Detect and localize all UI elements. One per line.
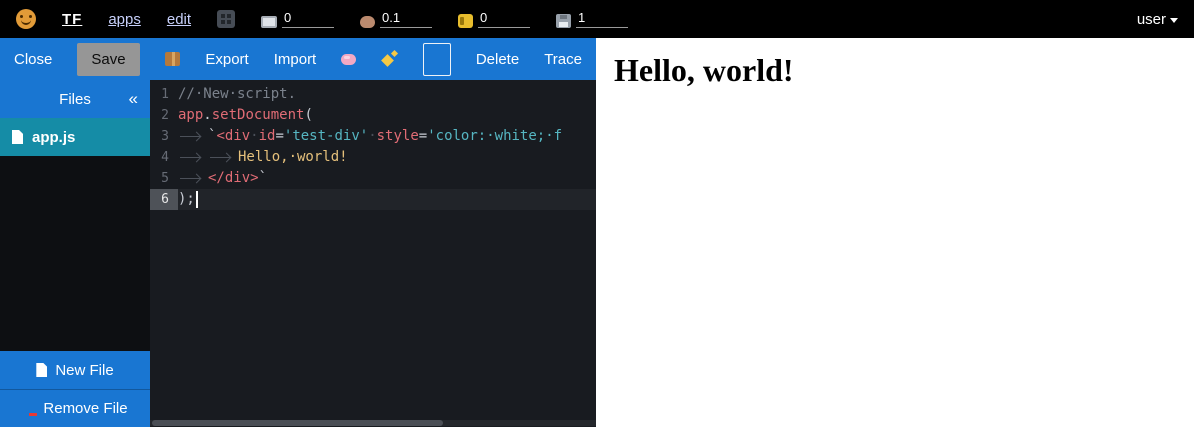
- remove-file-button[interactable]: Remove File: [0, 389, 150, 427]
- apps-link[interactable]: apps: [108, 11, 141, 28]
- horizontal-scrollbar[interactable]: [150, 420, 596, 426]
- line-number: 6: [150, 189, 178, 210]
- code-editor[interactable]: 1//·New·script. 2app.setDocument( 3`<div…: [150, 80, 596, 427]
- code-token: //·New·script.: [178, 86, 296, 102]
- top-bar: TF apps edit 0 0.1 0 1 user: [0, 0, 1194, 38]
- devil-emoji-icon: [16, 9, 36, 29]
- line-number: 3: [150, 126, 178, 147]
- code-line-current: 6);: [150, 189, 596, 210]
- code-text: //·New·script.: [178, 84, 596, 105]
- file-item-label: app.js: [32, 129, 75, 146]
- delete-button[interactable]: Delete: [476, 51, 519, 68]
- code-token: </div>: [208, 170, 259, 186]
- code-line: 3`<div·id='test-div'·style='color:·white…: [150, 126, 596, 147]
- save-button[interactable]: Save: [77, 43, 139, 76]
- user-menu-label: user: [1137, 11, 1166, 28]
- brain-icon: [360, 16, 375, 28]
- stat-memory: 0.1: [360, 10, 432, 28]
- floppy-icon: [556, 14, 571, 28]
- text-cursor: [196, 191, 198, 208]
- tab-whitespace-icon: [208, 147, 238, 168]
- code-token: app: [178, 107, 203, 123]
- files-header-label: Files: [59, 91, 91, 108]
- code-token: 'color:·white;·f: [427, 128, 562, 144]
- sparkles-icon[interactable]: [381, 50, 398, 68]
- tab-whitespace-icon: [178, 168, 208, 189]
- code-token: setDocument: [212, 107, 305, 123]
- code-token: );: [178, 191, 195, 207]
- remove-file-icon: [22, 402, 35, 416]
- new-file-button[interactable]: New File: [0, 351, 150, 389]
- stat-storage: 1: [556, 10, 628, 28]
- code-text: );: [178, 189, 596, 210]
- code-token: style: [377, 128, 419, 144]
- code-line: 1//·New·script.: [150, 84, 596, 105]
- new-file-icon: [36, 363, 47, 377]
- export-button[interactable]: Export: [205, 51, 248, 68]
- files-panel-header: Files «: [0, 80, 150, 118]
- user-menu[interactable]: user: [1137, 11, 1178, 28]
- code-text: </div>`: [178, 168, 596, 189]
- import-button[interactable]: Import: [274, 51, 317, 68]
- code-token: id: [259, 128, 276, 144]
- code-token: <div: [216, 128, 250, 144]
- file-list-empty-area: [0, 156, 150, 351]
- monitor-icon: [261, 16, 277, 28]
- code-text: app.setDocument(: [178, 105, 596, 126]
- code-token: (: [304, 107, 312, 123]
- code-text: Hello,·world!: [178, 147, 596, 168]
- line-number: 1: [150, 84, 178, 105]
- code-line: 2app.setDocument(: [150, 105, 596, 126]
- code-token: =: [275, 128, 283, 144]
- line-number: 5: [150, 168, 178, 189]
- code-token: 'test-div': [284, 128, 368, 144]
- cpu-value-input[interactable]: 0: [282, 10, 334, 28]
- grid-icon[interactable]: [217, 10, 235, 28]
- tab-whitespace-icon: [178, 126, 208, 147]
- storage-value-input[interactable]: 1: [576, 10, 628, 28]
- code-token: ·: [250, 128, 258, 144]
- power-value-input[interactable]: 0: [478, 10, 530, 28]
- code-token: =: [419, 128, 427, 144]
- tab-whitespace-icon: [178, 147, 208, 168]
- preview-heading: Hello, world!: [596, 38, 1194, 89]
- blank-button[interactable]: [423, 43, 451, 76]
- code-token: `: [259, 170, 267, 186]
- code-line: 4 Hello,·world!: [150, 147, 596, 168]
- stat-cpu: 0: [261, 10, 334, 28]
- collapse-sidebar-button[interactable]: «: [129, 89, 138, 109]
- editor-toolbar: Close Save Export Import Delete Trace: [0, 38, 596, 80]
- code-token: .: [203, 107, 211, 123]
- caret-down-icon: [1170, 18, 1178, 23]
- soap-icon[interactable]: [341, 54, 356, 65]
- file-icon: [12, 130, 23, 144]
- scrollbar-thumb[interactable]: [152, 420, 443, 426]
- file-item-appjs[interactable]: app.js: [0, 118, 150, 156]
- preview-pane: Hello, world!: [596, 38, 1194, 427]
- trace-button[interactable]: Trace: [544, 51, 582, 68]
- brand-link[interactable]: TF: [62, 11, 82, 28]
- code-token: Hello,·world!: [238, 149, 348, 165]
- edit-link[interactable]: edit: [167, 11, 191, 28]
- new-file-label: New File: [55, 362, 113, 379]
- package-icon[interactable]: [165, 52, 181, 66]
- line-number: 4: [150, 147, 178, 168]
- close-button[interactable]: Close: [14, 51, 52, 68]
- code-token: ·: [368, 128, 376, 144]
- line-number: 2: [150, 105, 178, 126]
- battery-icon: [458, 14, 473, 28]
- stat-power: 0: [458, 10, 530, 28]
- file-sidebar: Files « app.js New File Remove File: [0, 80, 150, 427]
- memory-value-input[interactable]: 0.1: [380, 10, 432, 28]
- code-text: `<div·id='test-div'·style='color:·white;…: [178, 126, 596, 147]
- code-line: 5</div>`: [150, 168, 596, 189]
- remove-file-label: Remove File: [43, 400, 127, 417]
